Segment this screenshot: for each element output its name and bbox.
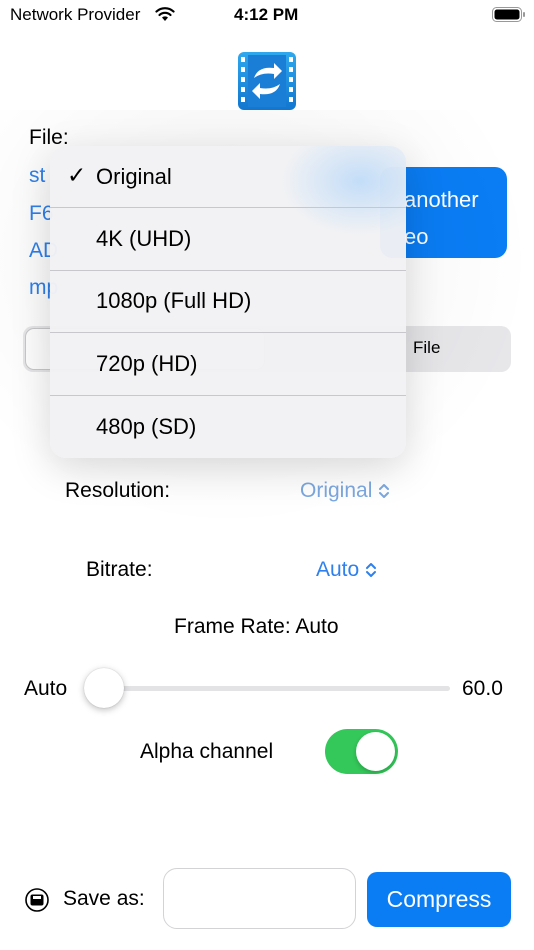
alpha-channel-label: Alpha channel xyxy=(140,740,274,763)
menu-item-original[interactable]: ✓ Original xyxy=(50,146,406,209)
save-as-input[interactable] xyxy=(163,868,356,929)
menu-item-4k[interactable]: 4K (UHD) xyxy=(50,208,406,271)
menu-item-720p[interactable]: 720p (HD) xyxy=(50,333,406,396)
menu-item-label: 480p (SD) xyxy=(96,413,197,439)
menu-item-1080p[interactable]: 1080p (Full HD) xyxy=(50,271,406,334)
status-time: 4:12 PM xyxy=(234,5,299,24)
menu-item-label: 1080p (Full HD) xyxy=(96,288,252,314)
resolution-label: Resolution: xyxy=(65,479,171,502)
status-bar: Network Provider 4:12 PM xyxy=(0,0,534,30)
toggle-knob xyxy=(356,732,395,771)
save-disk-icon xyxy=(25,888,49,912)
menu-item-480p[interactable]: 480p (SD) xyxy=(50,396,406,458)
menu-item-label: Original xyxy=(96,163,172,189)
checkmark-icon: ✓ xyxy=(67,162,87,188)
slider-min-label: Auto xyxy=(24,677,68,700)
menu-item-label: 720p (HD) xyxy=(96,350,198,376)
bitrate-picker[interactable]: Auto xyxy=(316,558,377,582)
alpha-channel-toggle[interactable] xyxy=(325,729,398,774)
carrier-name: Network Provider xyxy=(10,5,141,24)
frame-rate-slider-track[interactable] xyxy=(90,686,450,691)
frame-rate-label: Frame Rate: Auto xyxy=(174,615,339,638)
slider-max-label: 60.0 xyxy=(462,677,503,700)
segment-file-label[interactable]: File xyxy=(413,338,440,358)
bitrate-value: Auto xyxy=(316,558,360,581)
wifi-icon xyxy=(155,7,175,21)
bitrate-label: Bitrate: xyxy=(86,558,153,581)
compress-button[interactable]: Compress xyxy=(367,872,511,927)
resolution-picker[interactable]: Original xyxy=(300,479,390,503)
chevron-updown-icon xyxy=(379,484,390,498)
pick-another-label: eo xyxy=(404,224,429,249)
menu-item-label: 4K (UHD) xyxy=(96,226,192,252)
resolution-menu: ✓ Original 4K (UHD) 1080p (Full HD) 720p… xyxy=(50,146,406,458)
file-name-line[interactable]: st xyxy=(29,164,45,188)
save-as-label: Save as: xyxy=(63,887,145,910)
frame-rate-slider-thumb[interactable] xyxy=(84,668,124,708)
resolution-value: Original xyxy=(300,479,373,502)
app-icon xyxy=(238,52,296,110)
battery-icon xyxy=(492,7,525,22)
pick-another-label: another xyxy=(404,187,479,212)
chevron-updown-icon xyxy=(366,563,377,577)
